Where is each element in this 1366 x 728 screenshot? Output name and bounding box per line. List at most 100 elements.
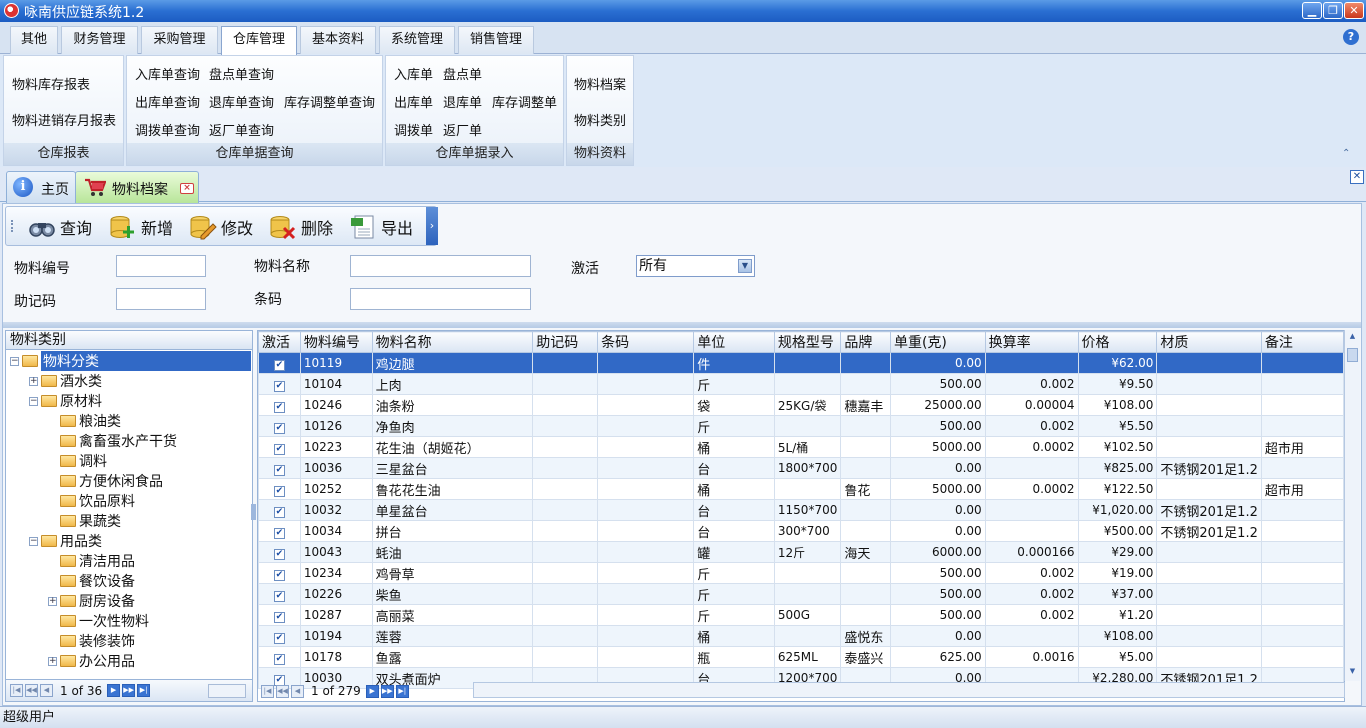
tree-node[interactable]: − 用品类 (29, 531, 102, 551)
outbound-entry-button[interactable]: 出库单 (394, 92, 433, 111)
table-row[interactable]: ✔ 10194 莲蓉 桶 盛悦东 0.00 ¥108.00 (258, 625, 1344, 647)
next-fast-icon[interactable]: ▶▶ (380, 684, 394, 698)
column-header[interactable]: 条码 (597, 331, 695, 353)
tree-hscroll[interactable] (208, 683, 247, 698)
material-category-button[interactable]: 物料类别 (574, 110, 626, 129)
tree-node[interactable]: + 厨房设备 (48, 591, 135, 611)
table-row[interactable]: ✔ 10226 柴鱼 斤 500.00 0.002 ¥37.00 (258, 583, 1344, 605)
tab-warehouse[interactable]: 仓库管理 (221, 26, 297, 55)
checkbox-icon[interactable]: ✔ (273, 527, 285, 539)
tree-node[interactable]: − 物料分类 (10, 351, 251, 371)
active-select[interactable]: 所有 ▼ (636, 255, 755, 277)
grid-vscroll[interactable]: ▲ ▼ (1344, 330, 1360, 681)
adjust-entry-button[interactable]: 库存调整单 (492, 92, 557, 111)
active-checkbox-cell[interactable]: ✔ (258, 394, 301, 416)
inbound-query-button[interactable]: 入库单查询 (135, 64, 200, 83)
add-button[interactable]: 新增 (109, 213, 173, 241)
active-checkbox-cell[interactable]: ✔ (258, 604, 301, 626)
column-header[interactable]: 助记码 (532, 331, 599, 353)
tree-node[interactable]: + 酒水类 (29, 371, 102, 391)
material-file-button[interactable]: 物料档案 (574, 74, 626, 93)
inventory-entry-button[interactable]: 盘点单 (443, 64, 482, 83)
column-header[interactable]: 物料名称 (371, 331, 534, 353)
tab-purchase[interactable]: 采购管理 (141, 26, 218, 54)
table-row[interactable]: ✔ 10246 油条粉 袋 25KG/袋 穗嘉丰 25000.00 0.00004 ¥108.0… (258, 394, 1344, 416)
table-row[interactable]: ✔ 10034 拼台 台 300*700 0.00 ¥500.00 不锈钢201足1.2 (258, 520, 1344, 542)
table-row[interactable]: ✔ 10223 花生油（胡姬花） 桶 5L/桶 5000.00 0.0002 ¥102.50 超… (258, 436, 1344, 458)
active-checkbox-cell[interactable]: ✔ (258, 625, 301, 647)
tab-other[interactable]: 其他 (10, 26, 58, 54)
first-page-icon[interactable]: |◀ (261, 684, 274, 698)
tree-node[interactable]: +粮油类 (48, 411, 121, 431)
last-page-icon[interactable]: ▶| (395, 684, 409, 698)
minimize-button[interactable]: ▁ (1302, 2, 1322, 19)
adjust-query-button[interactable]: 库存调整单查询 (284, 92, 375, 111)
checkbox-icon[interactable]: ✔ (273, 569, 285, 581)
tree-scroll-thumb[interactable] (251, 504, 256, 520)
tab-basic-data[interactable]: 基本资料 (300, 26, 376, 54)
transfer-entry-button[interactable]: 调拨单 (394, 120, 433, 139)
checkbox-icon[interactable]: ✔ (273, 359, 285, 371)
toolbar-grip[interactable] (11, 220, 14, 232)
column-header[interactable]: 换算率 (984, 331, 1079, 353)
scroll-up-icon[interactable]: ▲ (1347, 332, 1358, 344)
tab-finance[interactable]: 财务管理 (61, 26, 138, 54)
prev-page-icon[interactable]: ◀ (291, 684, 304, 698)
active-checkbox-cell[interactable]: ✔ (258, 541, 301, 563)
column-header[interactable]: 规格型号 (773, 331, 842, 353)
checkbox-icon[interactable]: ✔ (273, 401, 285, 413)
monthly-report-button[interactable]: 物料进销存月报表 (12, 110, 116, 129)
factory-return-entry-button[interactable]: 返厂单 (443, 120, 482, 139)
next-fast-icon[interactable]: ▶▶ (122, 684, 136, 697)
name-input[interactable] (350, 255, 531, 277)
collapse-icon[interactable]: − (10, 356, 19, 366)
checkbox-icon[interactable]: ✔ (273, 590, 285, 602)
column-header[interactable]: 品牌 (840, 331, 891, 353)
expand-icon[interactable]: + (48, 656, 57, 666)
checkbox-icon[interactable]: ✔ (273, 611, 285, 623)
active-checkbox-cell[interactable]: ✔ (258, 520, 301, 542)
code-input[interactable] (116, 255, 206, 277)
tree-node[interactable]: +方便休闲食品 (48, 471, 163, 491)
active-checkbox-cell[interactable]: ✔ (258, 457, 301, 479)
close-button[interactable]: ✕ (1344, 2, 1364, 19)
expand-icon[interactable]: + (29, 376, 38, 386)
next-page-icon[interactable]: ▶ (107, 684, 121, 697)
outbound-query-button[interactable]: 出库单查询 (135, 92, 200, 111)
column-header[interactable]: 单位 (693, 331, 775, 353)
column-header[interactable]: 单重(克) (889, 331, 986, 353)
inbound-entry-button[interactable]: 入库单 (394, 64, 433, 83)
tree-node[interactable]: − 原材料 (29, 391, 102, 411)
prev-page-icon[interactable]: ◀ (40, 684, 53, 697)
checkbox-icon[interactable]: ✔ (273, 443, 285, 455)
tree-node[interactable]: +果蔬类 (48, 511, 121, 531)
checkbox-icon[interactable]: ✔ (273, 653, 285, 665)
last-page-icon[interactable]: ▶| (137, 684, 151, 697)
collapse-icon[interactable]: − (29, 536, 38, 546)
tab-home[interactable]: i 主页 (6, 171, 76, 203)
table-row[interactable]: ✔ 10104 上肉 斤 500.00 0.002 ¥9.50 (258, 373, 1344, 395)
active-checkbox-cell[interactable]: ✔ (258, 478, 301, 500)
delete-button[interactable]: 删除 (269, 213, 333, 241)
table-row[interactable]: ✔ 10119 鸡边腿 件 0.00 ¥62.00 (258, 352, 1344, 374)
prev-fast-icon[interactable]: ◀◀ (25, 684, 38, 697)
mnemonic-input[interactable] (116, 288, 206, 310)
table-row[interactable]: ✔ 10287 高丽菜 斤 500G 500.00 0.002 ¥1.20 (258, 604, 1344, 626)
transfer-query-button[interactable]: 调拨单查询 (135, 120, 200, 139)
active-checkbox-cell[interactable]: ✔ (258, 646, 301, 668)
column-header[interactable]: 激活 (258, 331, 301, 353)
export-button[interactable]: 导出 (349, 213, 413, 241)
checkbox-icon[interactable]: ✔ (273, 464, 285, 476)
column-header[interactable]: 价格 (1077, 331, 1158, 353)
table-row[interactable]: ✔ 10178 鱼露 瓶 625ML 泰盛兴 625.00 0.0016 ¥5.00 (258, 646, 1344, 668)
column-header[interactable]: 物料编号 (299, 331, 373, 353)
collapse-icon[interactable]: − (29, 396, 38, 406)
tree-node[interactable]: +餐饮设备 (48, 571, 135, 591)
table-row[interactable]: ✔ 10234 鸡骨草 斤 500.00 0.002 ¥19.00 (258, 562, 1344, 584)
active-checkbox-cell[interactable]: ✔ (258, 373, 301, 395)
checkbox-icon[interactable]: ✔ (273, 422, 285, 434)
prev-fast-icon[interactable]: ◀◀ (276, 684, 289, 698)
column-header[interactable]: 材质 (1156, 331, 1262, 353)
active-checkbox-cell[interactable]: ✔ (258, 415, 301, 437)
edit-button[interactable]: 修改 (189, 213, 253, 241)
